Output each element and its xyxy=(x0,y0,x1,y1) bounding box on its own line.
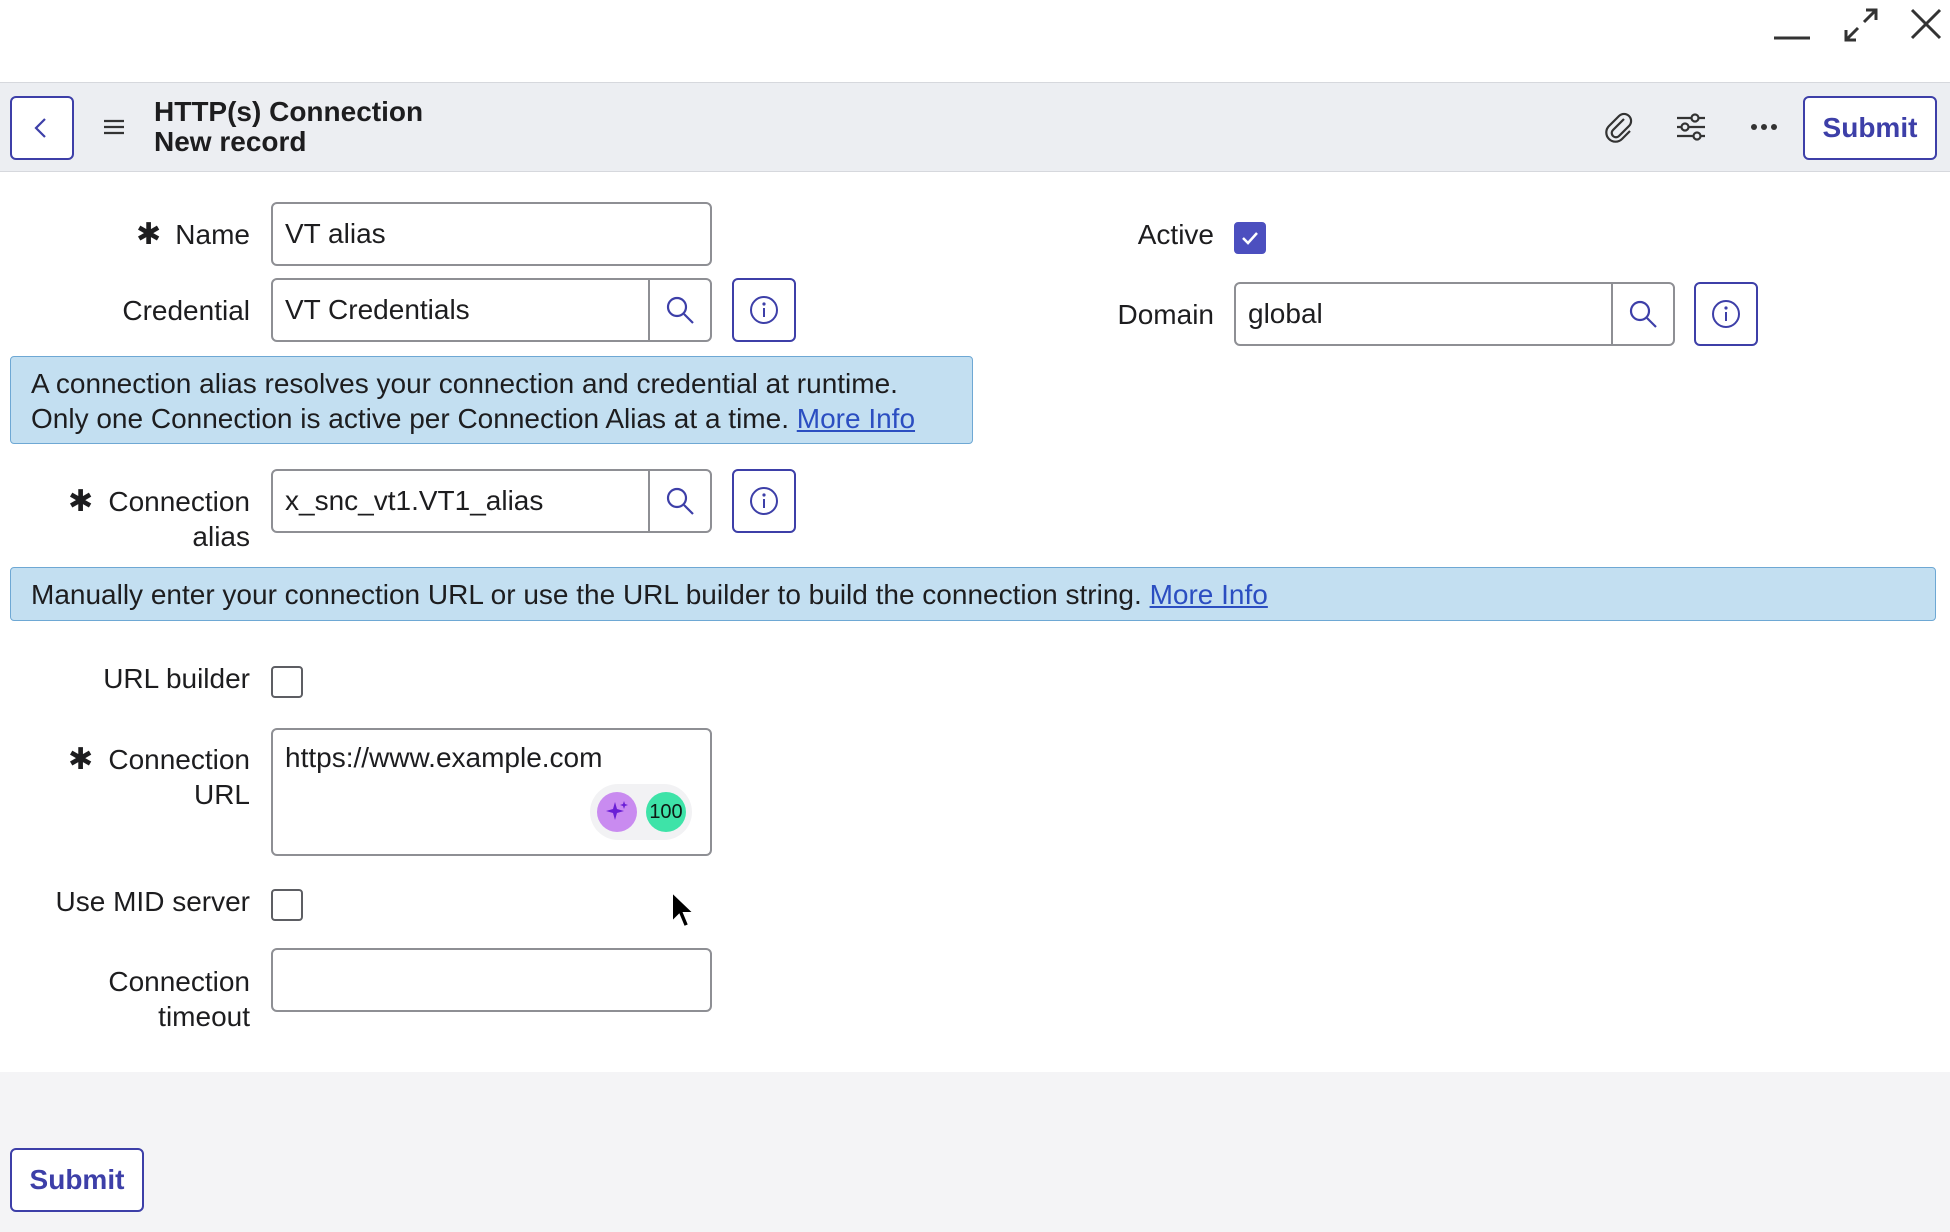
info-icon xyxy=(750,296,778,324)
connection-url-label: Connection URL xyxy=(108,744,250,810)
domain-input[interactable]: global xyxy=(1236,284,1611,344)
footer-submit-button[interactable]: Submit xyxy=(10,1148,144,1212)
credential-reference-field: VT Credentials xyxy=(271,278,712,342)
url-builder-checkbox[interactable] xyxy=(271,666,303,698)
ellipsis-icon[interactable] xyxy=(1746,109,1782,145)
ai-sparkle-icon[interactable] xyxy=(597,792,637,832)
chevron-left-icon xyxy=(34,118,46,138)
window-controls-bar xyxy=(0,0,1950,82)
connection-alias-info-banner: A connection alias resolves your connect… xyxy=(10,356,973,444)
search-icon xyxy=(1629,300,1657,328)
header-submit-button[interactable]: Submit xyxy=(1803,96,1937,160)
checkmark-icon xyxy=(1242,232,1258,245)
search-icon xyxy=(666,296,694,324)
banner-text: A connection alias resolves your connect… xyxy=(31,368,898,434)
paperclip-icon[interactable] xyxy=(1600,109,1636,145)
form-body: ✱ Name VT alias Active Credential VT Cre… xyxy=(0,172,1950,1072)
connection-timeout-input[interactable] xyxy=(271,948,712,1012)
connection-alias-info-button[interactable] xyxy=(732,469,796,533)
connection-alias-reference-field: x_snc_vt1.VT1_alias xyxy=(271,469,712,533)
hamburger-icon[interactable] xyxy=(100,113,128,141)
domain-reference-field: global xyxy=(1234,282,1675,346)
expand-icon[interactable] xyxy=(1838,2,1884,48)
credential-lookup-button[interactable] xyxy=(648,280,710,340)
sliders-icon[interactable] xyxy=(1673,109,1709,145)
use-mid-server-label: Use MID server xyxy=(55,886,250,917)
search-icon xyxy=(666,487,694,515)
active-label: Active xyxy=(1137,219,1214,250)
connection-alias-lookup-button[interactable] xyxy=(648,471,710,531)
domain-info-button[interactable] xyxy=(1694,282,1758,346)
more-info-link[interactable]: More Info xyxy=(797,403,915,434)
connection-url-value: https://www.example.com xyxy=(285,742,603,773)
back-button[interactable] xyxy=(10,96,74,160)
banner-text: Manually enter your connection URL or us… xyxy=(31,579,1150,610)
name-label: Name xyxy=(175,219,250,250)
name-input[interactable]: VT alias xyxy=(271,202,712,266)
page-title: HTTP(s) Connection xyxy=(154,96,424,127)
connection-url-info-banner: Manually enter your connection URL or us… xyxy=(10,567,1936,621)
use-mid-server-checkbox[interactable] xyxy=(271,889,303,921)
minimize-icon[interactable] xyxy=(1770,20,1814,64)
credential-input[interactable]: VT Credentials xyxy=(273,280,648,340)
mouse-cursor xyxy=(670,889,700,930)
connection-alias-label: Connection alias xyxy=(108,486,250,552)
credential-info-button[interactable] xyxy=(732,278,796,342)
url-builder-label: URL builder xyxy=(103,663,250,694)
form-footer: Submit xyxy=(0,1072,1950,1232)
credential-label: Credential xyxy=(122,295,250,326)
connection-alias-input[interactable]: x_snc_vt1.VT1_alias xyxy=(273,471,648,531)
connection-timeout-label: Connection timeout xyxy=(108,966,250,1032)
close-icon[interactable] xyxy=(1906,4,1946,44)
active-checkbox[interactable] xyxy=(1234,222,1266,254)
score-badge[interactable]: 100 xyxy=(646,792,686,832)
form-header: HTTP(s) Connection New record Submit xyxy=(0,82,1950,172)
domain-label: Domain xyxy=(1117,299,1214,330)
domain-lookup-button[interactable] xyxy=(1611,284,1673,344)
info-icon xyxy=(750,487,778,515)
page-subtitle: New record xyxy=(154,126,307,157)
info-icon xyxy=(1712,300,1740,328)
page-title-block: HTTP(s) Connection New record xyxy=(154,97,423,157)
more-info-link[interactable]: More Info xyxy=(1150,579,1268,610)
